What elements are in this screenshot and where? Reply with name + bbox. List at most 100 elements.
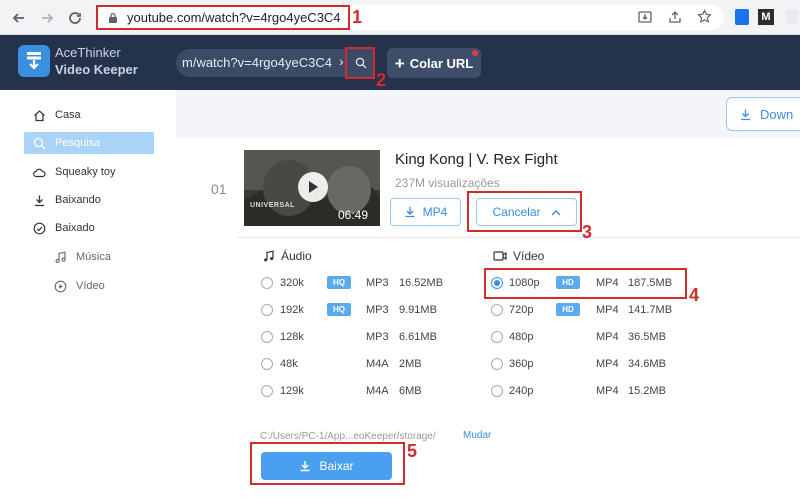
url-search-value: m/watch?v=4rgo4yeC3C4 xyxy=(182,55,332,70)
sidebar-item-label: Baixando xyxy=(55,194,101,206)
format-label: MP4 xyxy=(596,385,619,397)
app-logo xyxy=(18,45,50,77)
bookmark-star-icon[interactable] xyxy=(697,9,712,24)
audio-quality-radio[interactable] xyxy=(261,358,273,370)
main-top-band xyxy=(176,90,800,138)
videoFormats-format-row[interactable]: 360p MP4 34.6MB xyxy=(491,356,701,374)
check-circle-icon xyxy=(31,220,47,236)
videoFormats-format-row[interactable]: 240p MP4 15.2MB xyxy=(491,383,701,401)
videoFormats-quality-radio[interactable] xyxy=(491,358,503,370)
music-icon xyxy=(264,249,274,261)
studio-logo: UNIVERSAL xyxy=(250,202,295,209)
sidebar-item-video[interactable]: Vídeo xyxy=(45,275,155,297)
reload-button[interactable] xyxy=(64,7,86,29)
change-path-link[interactable]: Mudar xyxy=(463,430,491,441)
quality-badge: HQ xyxy=(327,276,351,289)
video-title: King Kong | V. Rex Fight xyxy=(395,151,558,168)
back-arrow-icon xyxy=(12,13,24,23)
sidebar-item-label: Pesquisa xyxy=(55,137,101,149)
brand-product: Video Keeper xyxy=(55,62,138,77)
annotation-3: 3 xyxy=(582,222,593,242)
audio-quality-radio[interactable] xyxy=(261,304,273,316)
sidebar-item-label: Vídeo xyxy=(76,280,105,292)
size-label: 6.61MB xyxy=(399,331,437,343)
sidebar-item-musica[interactable]: Música xyxy=(45,246,155,268)
format-label: MP3 xyxy=(366,331,389,343)
play-button[interactable] xyxy=(298,172,328,202)
sidebar-item-baixado[interactable]: Baixado xyxy=(24,217,154,239)
download-tab-button[interactable]: Down xyxy=(726,97,800,131)
url-search-input[interactable]: m/watch?v=4rgo4yeC3C4 › xyxy=(176,49,372,77)
forward-button[interactable] xyxy=(36,7,58,29)
cloud-icon xyxy=(31,164,47,180)
sidebar-item-squeaky-toy[interactable]: Squeaky toy xyxy=(24,161,154,183)
annotation-5: 5 xyxy=(407,441,418,461)
video-section-header: Vídeo xyxy=(493,249,544,263)
videoFormats-format-row[interactable]: 720p HD MP4 141.7MB xyxy=(491,302,701,320)
quality-label: 48k xyxy=(280,358,298,370)
section-divider xyxy=(237,237,800,238)
quality-label: 360p xyxy=(509,358,534,370)
highlight-address-bar xyxy=(96,5,350,30)
quality-badge: HD xyxy=(556,303,580,316)
audio-format-row[interactable]: 192k HQ MP3 9.91MB xyxy=(261,302,471,320)
size-label: 141.7MB xyxy=(628,304,673,316)
audio-quality-radio[interactable] xyxy=(261,331,273,343)
size-label: 6MB xyxy=(399,385,422,397)
videoFormats-quality-radio[interactable] xyxy=(491,331,503,343)
music-icon xyxy=(52,249,68,265)
size-label: 34.6MB xyxy=(628,358,666,370)
home-icon xyxy=(31,107,47,123)
sidebar-item-label: Música xyxy=(76,251,111,263)
highlight-cancel-button xyxy=(467,191,582,232)
sidebar-item-label: Squeaky toy xyxy=(55,166,116,178)
logo-download-icon xyxy=(27,52,41,70)
mp4-button-label: MP4 xyxy=(422,205,448,219)
highlight-download-button xyxy=(250,442,405,485)
size-label: 15.2MB xyxy=(628,385,666,397)
profile-icon[interactable] xyxy=(786,10,798,24)
clear-chevron-icon[interactable]: › xyxy=(339,53,344,69)
paste-url-button[interactable]: + Colar URL xyxy=(387,48,481,78)
audio-format-row[interactable]: 128k MP3 6.61MB xyxy=(261,329,471,347)
videoFormats-quality-radio[interactable] xyxy=(491,385,503,397)
quality-badge: HQ xyxy=(327,303,351,316)
play-circle-icon xyxy=(52,278,68,294)
audio-quality-radio[interactable] xyxy=(261,385,273,397)
share-icon[interactable] xyxy=(668,10,682,24)
video-camera-icon xyxy=(493,251,507,261)
install-app-icon[interactable] xyxy=(638,10,652,24)
sidebar-item-baixando[interactable]: Baixando xyxy=(24,189,154,211)
notification-dot xyxy=(472,50,478,56)
audio-format-row[interactable]: 129k M4A 6MB xyxy=(261,383,471,401)
mail-extension-icon[interactable]: M xyxy=(758,9,774,25)
format-label: MP3 xyxy=(366,277,389,289)
forward-arrow-icon xyxy=(42,13,54,23)
annotation-1: 1 xyxy=(352,7,363,27)
audio-quality-radio[interactable] xyxy=(261,277,273,289)
sidebar-item-casa[interactable]: Casa xyxy=(24,104,154,126)
search-icon xyxy=(31,135,47,151)
audio-format-row[interactable]: 320k HQ MP3 16.52MB xyxy=(261,275,471,293)
brand-name: AceThinker xyxy=(55,45,121,60)
download-icon xyxy=(741,109,750,120)
videoFormats-format-row[interactable]: 480p MP4 36.5MB xyxy=(491,329,701,347)
sidebar-item-pesquisa[interactable]: Pesquisa xyxy=(24,132,154,154)
quality-label: 320k xyxy=(280,277,304,289)
highlight-1080p-option xyxy=(484,268,687,299)
quality-label: 192k xyxy=(280,304,304,316)
audio-section-header: Áudio xyxy=(262,249,312,263)
size-label: 2MB xyxy=(399,358,422,370)
video-thumbnail[interactable]: UNIVERSAL 06:49 xyxy=(244,150,380,226)
back-button[interactable] xyxy=(8,7,30,29)
video-views: 237M visualizações xyxy=(395,176,500,190)
format-label: MP4 xyxy=(596,358,619,370)
audio-format-row[interactable]: 48k M4A 2MB xyxy=(261,356,471,374)
annotation-4: 4 xyxy=(689,285,700,305)
app-header: AceThinker Video Keeper m/watch?v=4rgo4y… xyxy=(0,35,800,90)
quality-label: 720p xyxy=(509,304,534,316)
mp4-download-button[interactable]: MP4 xyxy=(390,198,461,226)
videoFormats-quality-radio[interactable] xyxy=(491,304,503,316)
paste-url-label: Colar URL xyxy=(409,55,474,71)
extension-icon[interactable] xyxy=(735,9,749,25)
